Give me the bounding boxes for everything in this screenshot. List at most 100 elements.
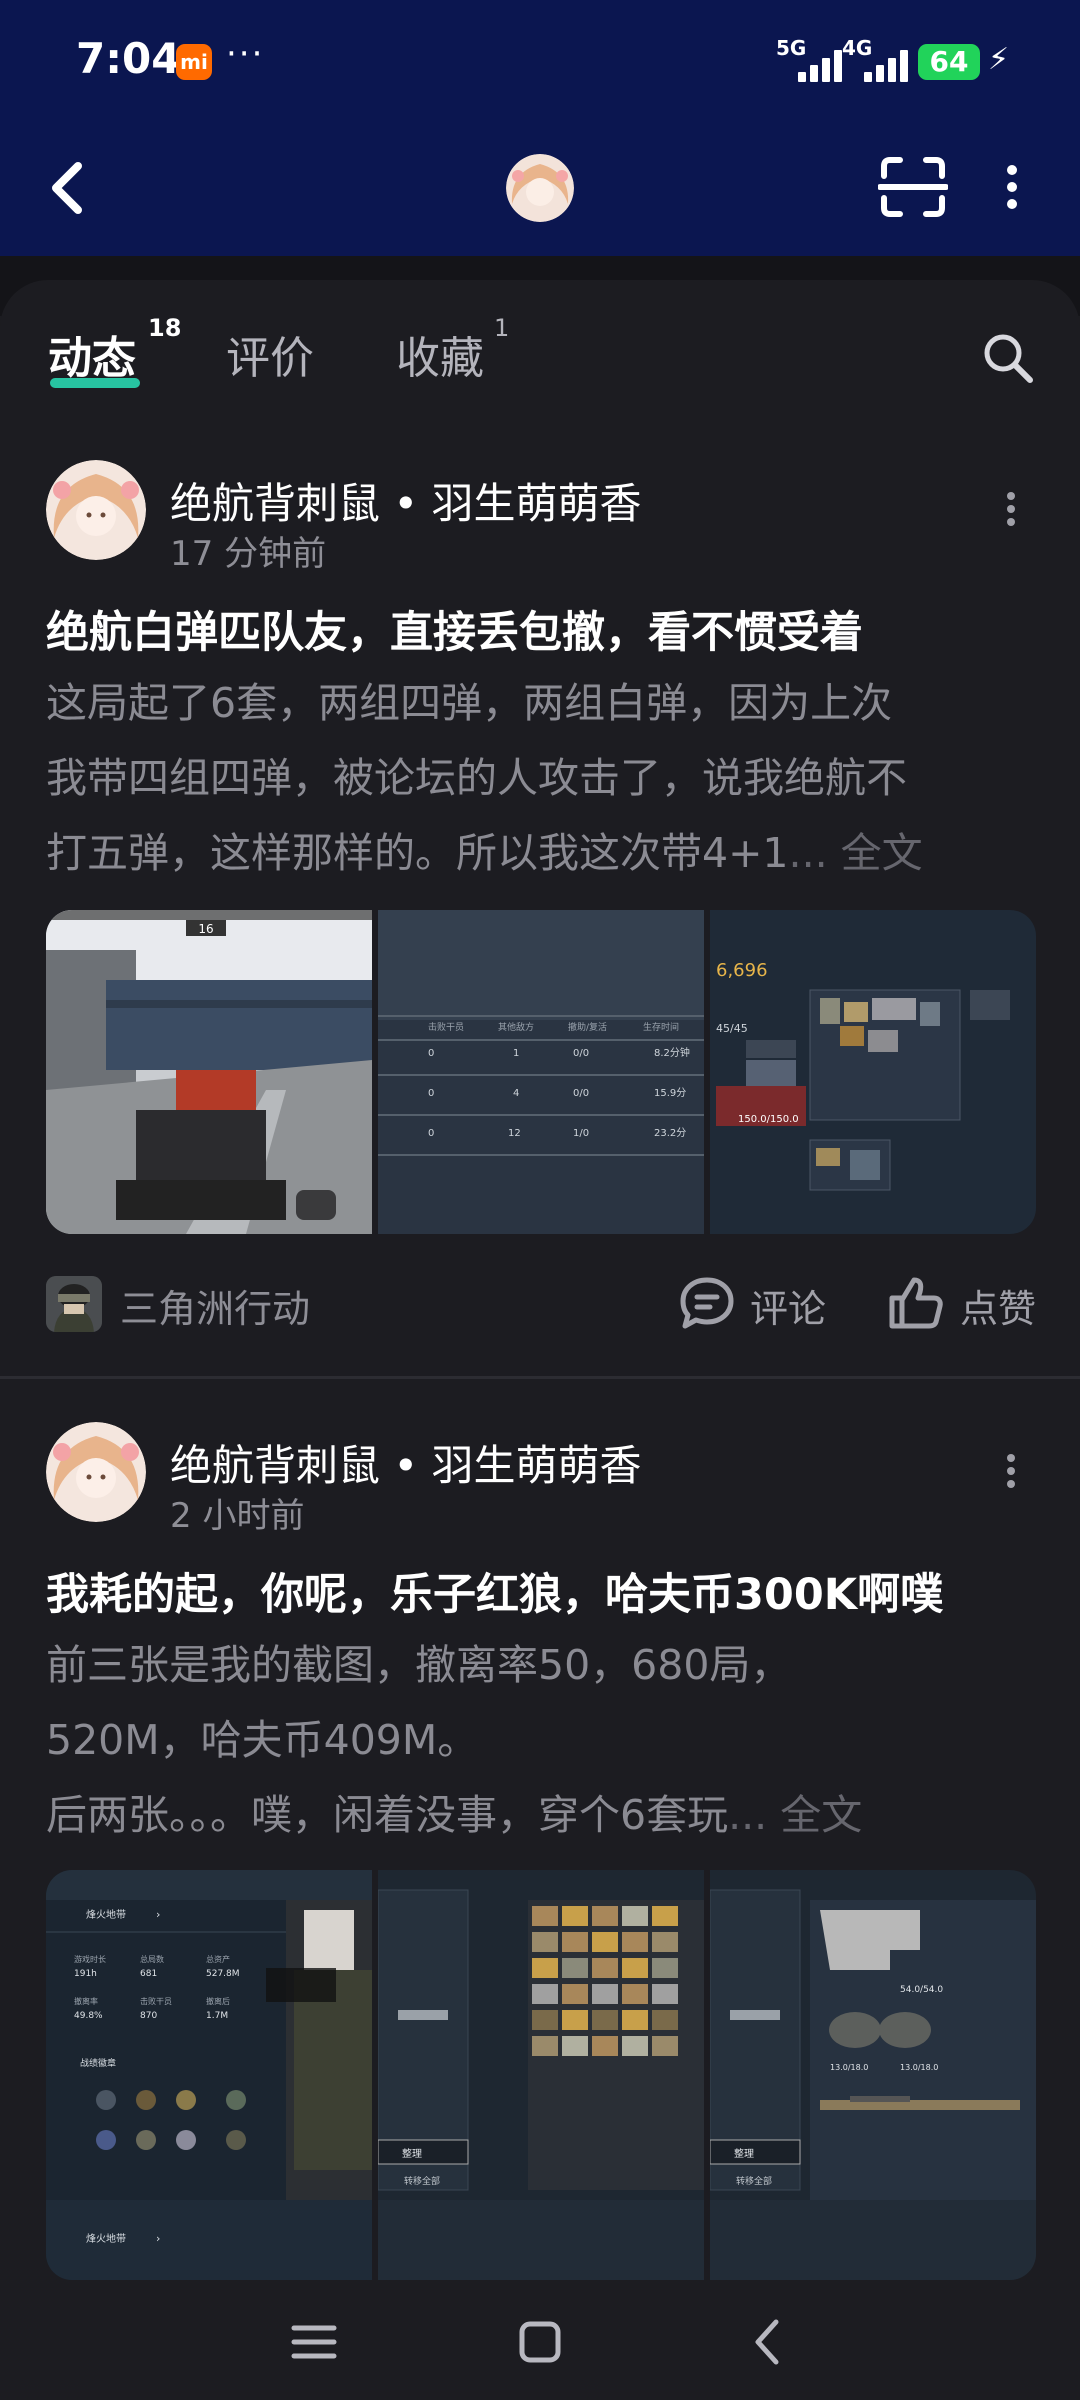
back-icon	[755, 2319, 779, 2365]
svg-text:转移全部: 转移全部	[736, 2175, 772, 2187]
menu-icon	[291, 2325, 337, 2359]
post-image-grid: 16 击败干员 其他敌方 撤助/复活 生存时间 0 1 0/0 8.2分钟 0	[46, 910, 1036, 1234]
profile-header	[0, 120, 1080, 256]
status-time: 7:04	[76, 34, 181, 83]
vertical-dots-icon	[1007, 1454, 1015, 1488]
scan-icon	[877, 157, 949, 217]
mi-notification-icon: mi	[176, 44, 212, 80]
home-square-icon	[519, 2321, 561, 2363]
svg-text:4: 4	[513, 1088, 519, 1099]
author-avatar[interactable]	[46, 1422, 146, 1522]
svg-text:870: 870	[140, 2011, 157, 2021]
scan-button[interactable]	[877, 156, 949, 218]
vertical-dots-icon	[1007, 492, 1015, 526]
svg-text:撤离率: 撤离率	[74, 1996, 98, 2006]
svg-text:0: 0	[428, 1088, 434, 1099]
status-bar: 7:04 mi ··· 5G 4G 64 ⚡	[0, 0, 1080, 120]
more-notifications-icon: ···	[226, 34, 265, 74]
author-avatar[interactable]	[46, 460, 146, 560]
home-button[interactable]	[508, 2310, 572, 2374]
read-more-link[interactable]: ... 全文	[789, 829, 923, 877]
svg-text:8.2分钟: 8.2分钟	[654, 1046, 690, 1059]
post-author[interactable]: 绝航背刺鼠 • 羽生萌萌香	[170, 1432, 641, 1493]
post-image-2[interactable]: 击败干员 其他敌方 撤助/复活 生存时间 0 1 0/0 8.2分钟 0 4 0…	[378, 910, 704, 1234]
search-button[interactable]	[980, 330, 1036, 386]
svg-text:整理: 整理	[402, 2147, 422, 2160]
post-time: 17 分钟前	[170, 534, 327, 574]
charging-icon: ⚡	[988, 42, 1010, 77]
tab-reviews[interactable]: 评价	[226, 322, 314, 386]
comment-button[interactable]: 评论	[676, 1272, 856, 1336]
system-nav-bar	[0, 2280, 1080, 2400]
svg-text:23.2分: 23.2分	[654, 1127, 686, 1139]
like-button[interactable]: 点赞	[884, 1272, 1044, 1336]
svg-text:13.0/18.0: 13.0/18.0	[830, 2063, 868, 2072]
svg-text:0: 0	[428, 1128, 434, 1139]
vertical-dots-icon	[1007, 165, 1017, 209]
read-more-link[interactable]: ... 全文	[728, 1791, 862, 1839]
comment-icon	[680, 1277, 734, 1329]
svg-text:150.0/150.0: 150.0/150.0	[738, 1114, 799, 1125]
svg-text:681: 681	[140, 1969, 157, 1979]
svg-text:其他敌方: 其他敌方	[498, 1021, 534, 1033]
user-avatar[interactable]	[506, 154, 574, 222]
svg-text:游戏时长: 游戏时长	[74, 1954, 106, 1964]
svg-text:击败干员: 击败干员	[140, 1996, 172, 2006]
svg-text:6,696: 6,696	[716, 960, 768, 981]
post-image-3[interactable]: 整理 转移全部 54.0/54.0 13.0/18.0 13.0/18.0	[710, 1870, 1036, 2280]
tab-favorites[interactable]: 收藏 1	[396, 314, 509, 386]
post-image-grid: 烽火地带 › 游戏时长 总局数 总资产 191h 681 527.8M 撤离率 …	[46, 1870, 1036, 2280]
post-title[interactable]: 绝航白弹匹队友，直接丢包撤，看不惯受着	[46, 598, 1046, 660]
post-image-2[interactable]: 整理 转移全部	[378, 1870, 704, 2280]
svg-text:击败干员: 击败干员	[428, 1021, 464, 1033]
svg-text:191h: 191h	[74, 1969, 97, 1979]
battery-indicator: 64	[918, 44, 980, 80]
svg-text:1.7M: 1.7M	[206, 2011, 228, 2021]
svg-text:0/0: 0/0	[573, 1048, 589, 1059]
like-label: 点赞	[960, 1287, 1037, 1331]
content-sheet: 动态 18 评价 收藏 1 绝航背刺鼠 • 羽生萌萌香 17 分钟前 绝航白弹匹…	[0, 280, 1080, 2280]
svg-text:49.8%: 49.8%	[74, 2011, 103, 2021]
svg-text:12: 12	[508, 1128, 521, 1139]
post-body[interactable]: 前三张是我的截图，撤离率50，680局， 520M，哈夫币409M。 后两张。。…	[46, 1628, 1046, 1853]
post-divider	[0, 1376, 1080, 1379]
post-image-1[interactable]: 16	[46, 910, 372, 1234]
post-image-1[interactable]: 烽火地带 › 游戏时长 总局数 总资产 191h 681 527.8M 撤离率 …	[46, 1870, 372, 2280]
svg-text:0/0: 0/0	[573, 1088, 589, 1099]
game-topic-link[interactable]: 三角洲行动	[120, 1278, 310, 1333]
back-button[interactable]	[40, 152, 100, 222]
svg-text:1/0: 1/0	[573, 1128, 589, 1139]
svg-text:1: 1	[513, 1048, 519, 1059]
post-image-3[interactable]: 6,696 45/45 150.0/150.0	[710, 910, 1036, 1234]
svg-text:总局数: 总局数	[140, 1954, 164, 1964]
more-menu-button[interactable]	[996, 156, 1028, 218]
post-footer: 三角洲行动 评论 点赞	[0, 1268, 1080, 1338]
thumbs-up-icon	[889, 1277, 943, 1329]
recent-apps-button[interactable]	[282, 2310, 346, 2374]
post-more-button[interactable]	[996, 478, 1026, 538]
svg-text:›: ›	[156, 2232, 160, 2245]
svg-text:›: ›	[156, 1908, 160, 1921]
active-tab-indicator	[50, 378, 140, 388]
search-icon	[984, 334, 1033, 383]
system-back-button[interactable]	[736, 2310, 800, 2374]
post-body[interactable]: 这局起了6套，两组四弹，两组白弹，因为上次 我带四组四弹，被论坛的人攻击了，说我…	[46, 666, 1046, 891]
post-more-button[interactable]	[996, 1440, 1026, 1500]
game-icon[interactable]	[46, 1276, 102, 1332]
svg-text:54.0/54.0: 54.0/54.0	[900, 1985, 943, 1995]
tab-bar: 动态 18 评价 收藏 1	[0, 280, 1080, 410]
svg-text:16: 16	[198, 922, 213, 936]
svg-text:15.9分: 15.9分	[654, 1087, 686, 1099]
svg-text:撤离后: 撤离后	[206, 1996, 230, 2006]
svg-text:烽火地带: 烽火地带	[86, 2232, 126, 2245]
comment-label: 评论	[750, 1287, 827, 1331]
post-title[interactable]: 我耗的起，你呢，乐子红狼，哈夫币300K啊噗	[46, 1560, 1046, 1622]
chevron-left-icon	[52, 162, 82, 214]
svg-text:527.8M: 527.8M	[206, 1969, 240, 1979]
tab-posts[interactable]: 动态 18	[48, 314, 181, 386]
svg-text:0: 0	[428, 1048, 434, 1059]
svg-text:撤助/复活: 撤助/复活	[568, 1021, 607, 1033]
post-author[interactable]: 绝航背刺鼠 • 羽生萌萌香	[170, 470, 641, 531]
svg-text:45/45: 45/45	[716, 1022, 748, 1035]
svg-text:烽火地带: 烽火地带	[86, 1908, 126, 1921]
